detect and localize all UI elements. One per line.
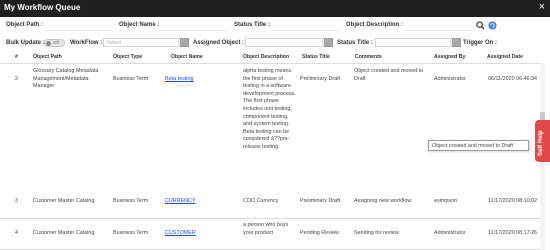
cell-object-description: alpha testing means the first phase of t…	[243, 68, 296, 150]
cell-number: 2	[15, 76, 18, 82]
header-object-description[interactable]: Object Description	[243, 54, 289, 60]
toggle-state: Off	[53, 40, 59, 45]
cell-object-path: Customer Master Catalog	[33, 230, 95, 236]
cell-assigned-by: Administrator	[434, 230, 466, 236]
cell-assigned-by: esimpson	[434, 198, 458, 204]
table-row[interactable]: 3 Customer Master Catalog Business Term …	[0, 187, 540, 219]
cell-object-description: COD Currency	[243, 198, 279, 204]
cell-object-name-link[interactable]: CUSTOMER	[165, 230, 196, 238]
header-assigned-date[interactable]: Assigned Date	[487, 54, 523, 60]
object-path-input[interactable]	[46, 21, 114, 31]
cell-comments: Assigning new workflow.	[354, 198, 413, 204]
cell-status-title: Preliminary Draft	[300, 76, 341, 82]
object-description-input[interactable]	[404, 21, 472, 31]
cell-assigned-date: 06/11/2020 06:46:34	[488, 76, 538, 82]
cell-status-title: Preliminary Draft	[300, 198, 341, 204]
workflow-select[interactable]: Select	[103, 38, 179, 47]
header-number: #	[15, 54, 18, 60]
bulk-update-toggle[interactable]: Off	[44, 39, 65, 47]
header-assigned-by[interactable]: Assigned By	[434, 54, 465, 60]
header-status-title[interactable]: Status Title	[302, 54, 330, 60]
status-title-2-dropdown-button[interactable]	[452, 38, 461, 47]
header-comments[interactable]: Comments	[355, 54, 382, 60]
cell-number: 3	[15, 198, 18, 204]
header-object-name[interactable]: Object Name	[171, 54, 203, 60]
window-title: My Workflow Queue	[4, 3, 81, 12]
cell-assigned-date: 11/17/2020 08:10:02	[488, 198, 538, 204]
cell-object-name-link[interactable]: Beta testing	[165, 76, 193, 84]
cell-object-type: Business Term	[113, 198, 149, 204]
table-row[interactable]: 4 Customer Master Catalog Business Term …	[0, 219, 540, 250]
search-icon[interactable]	[476, 21, 485, 30]
cell-assigned-by: Administrator	[434, 76, 466, 82]
header-object-path[interactable]: Object Path	[33, 54, 62, 60]
object-name-input[interactable]	[160, 21, 230, 31]
self-help-tab[interactable]: Self Help	[535, 120, 550, 162]
status-title-label: Status Title :	[234, 22, 270, 28]
cell-number: 4	[15, 230, 18, 236]
table-header: # Object Path Object Type Object Name Ob…	[0, 52, 540, 64]
cell-comments: Sending for review.	[354, 230, 400, 236]
header-object-type[interactable]: Object Type	[113, 54, 142, 60]
workflow-label: WorkFlow :	[70, 40, 103, 46]
assigned-object-dropdown-button[interactable]	[324, 38, 333, 47]
status-title-2-label: Status Title :	[337, 40, 373, 46]
toggle-knob	[46, 40, 51, 46]
cell-object-path: Glossary Catalog Metadata Management/Met…	[33, 68, 99, 90]
object-description-label: Object Description :	[346, 22, 404, 28]
cell-status-title: Pending Review	[300, 230, 339, 236]
bulk-update-label: Bulk Update :	[6, 40, 45, 46]
status-title-input[interactable]	[272, 21, 340, 31]
assigned-object-input[interactable]	[245, 38, 323, 47]
self-help-label: Self Help	[538, 130, 544, 156]
cell-object-type: Business Term	[113, 76, 149, 82]
status-title-2-input[interactable]	[375, 38, 451, 47]
cell-assigned-date: 11/17/2020 08:17:26	[488, 230, 538, 236]
cell-comments: Object created and moved to Draft	[354, 68, 424, 82]
workflow-dropdown-button[interactable]	[180, 38, 189, 47]
cell-object-type: Business Term	[113, 230, 149, 236]
object-name-label: Object Name :	[119, 22, 160, 28]
assigned-object-label: Assigned Object :	[193, 40, 245, 46]
cell-object-name-link[interactable]: CURRENCY	[165, 198, 196, 206]
title-bar: My Workflow Queue ×	[0, 0, 550, 17]
workflow-table-body: 2 Glossary Catalog Metadata Management/M…	[0, 64, 540, 250]
close-icon[interactable]: ×	[539, 1, 545, 14]
comment-tooltip: Object created and moved to Draft	[428, 140, 529, 151]
trigger-on-label: Trigger On :	[463, 40, 498, 46]
cell-object-description: a person who buys your product	[243, 222, 289, 236]
refresh-icon[interactable]	[488, 21, 497, 30]
object-path-label: Object Path :	[6, 22, 44, 28]
cell-object-path: Customer Master Catalog	[33, 198, 95, 204]
